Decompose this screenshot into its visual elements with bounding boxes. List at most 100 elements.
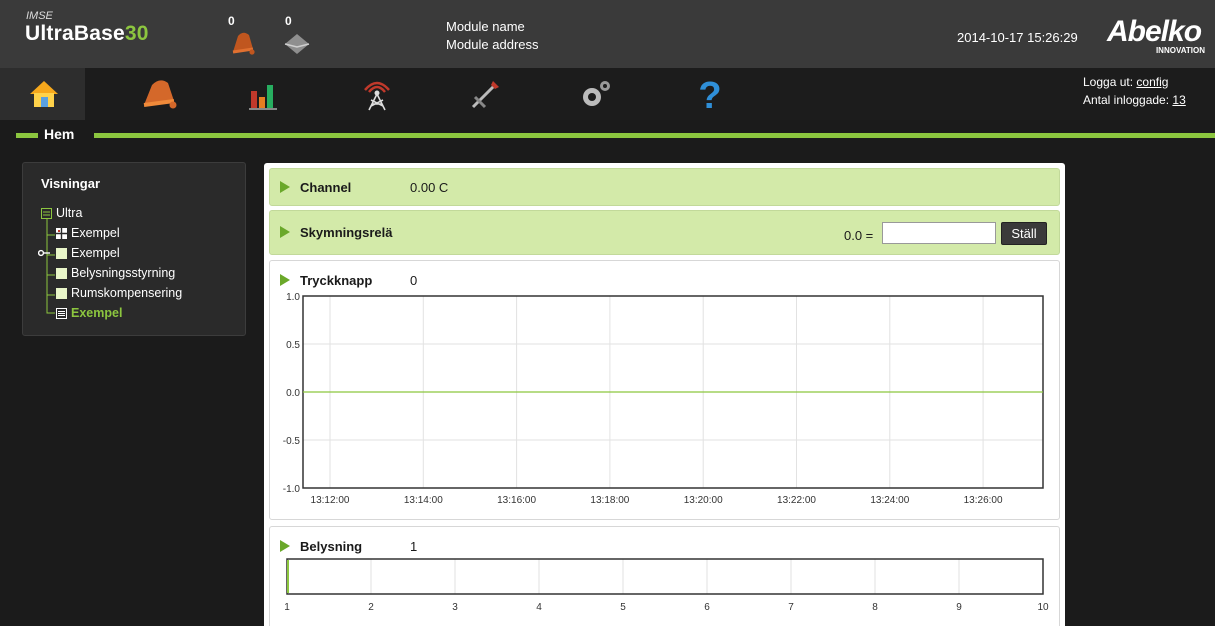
bar-chart-icon <box>249 85 277 110</box>
x-tick-label: 13:14:00 <box>404 495 443 506</box>
y-tick-label: 0.0 <box>286 388 300 399</box>
logged-in-count-link[interactable]: 13 <box>1172 93 1185 107</box>
section-header: Hem <box>0 124 1215 146</box>
gears-icon <box>583 81 610 106</box>
alarm-bell-icon[interactable] <box>229 30 257 58</box>
brand-logo: UltraBase30 <box>25 22 149 46</box>
envelope-icon[interactable] <box>283 30 311 58</box>
logout-label: Logga ut: <box>1083 75 1134 89</box>
tree-item-ultra[interactable]: Ultra <box>41 203 182 223</box>
nav-communication[interactable] <box>332 68 422 120</box>
nav-settings[interactable] <box>550 68 640 120</box>
logout-link[interactable]: config <box>1136 75 1168 89</box>
tryckknapp-label: Tryckknapp <box>300 273 373 288</box>
x-tick-label: 6 <box>704 602 710 613</box>
tree-item-label: Exempel <box>71 246 120 260</box>
x-tick-label: 13:12:00 <box>311 495 350 506</box>
x-tick-label: 1 <box>284 602 290 613</box>
x-tick-label: 2 <box>368 602 374 613</box>
tree-item-label: Exempel <box>71 306 123 320</box>
expand-arrow-icon[interactable] <box>280 181 290 193</box>
relay-label: Skymningsrelä <box>300 225 393 240</box>
views-sidebar: Visningar Ultra Exempel Exempel Belysnin… <box>22 162 246 336</box>
x-tick-label: 5 <box>620 602 626 613</box>
tree-item-exempel-2[interactable]: Exempel <box>38 243 182 263</box>
tree-item-label: Belysningsstyrning <box>71 266 176 280</box>
nav-charts[interactable] <box>218 68 308 120</box>
y-tick-label: 1.0 <box>286 292 300 303</box>
belysning-panel: Belysning 1 1 2 3 4 5 6 7 8 9 10 <box>269 526 1060 626</box>
logo-text: Abelko <box>1107 15 1202 48</box>
belysning-label: Belysning <box>300 539 363 554</box>
relay-value-input[interactable] <box>882 222 996 244</box>
y-tick-label: -0.5 <box>283 436 301 447</box>
x-tick-label: 3 <box>452 602 458 613</box>
main-panel: Channel 0.00 C Skymningsrelä 0.0 = Ställ… <box>264 163 1065 626</box>
tree-item-label: Rumskompensering <box>71 286 183 300</box>
channel-label: Channel <box>300 180 352 195</box>
section-line-left <box>16 133 38 138</box>
list-view-icon <box>56 307 67 319</box>
home-icon <box>30 81 58 107</box>
expand-arrow-icon[interactable] <box>280 274 290 286</box>
message-count: 0 <box>285 14 292 28</box>
set-button[interactable]: Ställ <box>1001 222 1047 245</box>
module-address: Module address <box>446 37 539 52</box>
brand-number: 30 <box>124 22 149 45</box>
x-tick-label: 8 <box>872 602 878 613</box>
tree-item-label: Ultra <box>56 206 83 220</box>
brand-name: UltraBase <box>25 22 125 45</box>
belysning-chart: 1 2 3 4 5 6 7 8 9 10 <box>284 558 1049 613</box>
x-tick-label: 7 <box>788 602 794 613</box>
antenna-icon <box>364 81 390 111</box>
folder-open-icon <box>41 207 52 219</box>
x-tick-label: 4 <box>536 602 542 613</box>
tree-item-rumskompensering[interactable]: Rumskompensering <box>41 283 182 303</box>
y-tick-label: 0.5 <box>286 340 300 351</box>
current-datetime: 2014-10-17 15:26:29 <box>957 30 1078 45</box>
grid-view-icon <box>56 227 67 239</box>
tryckknapp-value: 0 <box>410 273 418 288</box>
login-info: Logga ut: config Antal inloggade: 13 <box>1083 73 1186 109</box>
expand-arrow-icon[interactable] <box>280 540 290 552</box>
x-tick-label: 9 <box>956 602 962 613</box>
sidebar-heading: Visningar <box>41 176 101 191</box>
page-view-icon <box>56 287 67 299</box>
tree-item-exempel-active[interactable]: Exempel <box>41 303 182 323</box>
logged-in-label: Antal inloggade: <box>1083 93 1170 107</box>
top-header: IMSE UltraBase30 0 0 Module name Module … <box>0 0 1215 68</box>
x-tick-label: 13:22:00 <box>777 495 816 506</box>
views-tree: Ultra Exempel Exempel Belysningsstyrning… <box>38 203 182 323</box>
alarm-count: 0 <box>228 14 235 28</box>
nav-alarms[interactable] <box>115 68 205 120</box>
x-tick-label: 13:20:00 <box>684 495 723 506</box>
nav-home[interactable] <box>0 68 85 120</box>
bell-icon <box>143 80 177 109</box>
nav-tools[interactable] <box>440 68 530 120</box>
tryckknapp-chart: 1.0 0.5 0.0 -0.5 -1.0 13:12:00 13:14:00 13:16:0… <box>283 292 1044 506</box>
module-name: Module name <box>446 19 525 34</box>
x-tick-label: 13:26:00 <box>964 495 1003 506</box>
tree-item-label: Exempel <box>71 226 120 240</box>
brand-prefix: IMSE <box>26 10 53 22</box>
nav-help[interactable]: ? <box>665 68 755 120</box>
tree-pointer-icon <box>38 249 50 257</box>
help-icon: ? <box>698 75 721 114</box>
page-view-icon <box>56 247 67 259</box>
page-view-icon <box>56 267 67 279</box>
y-tick-label: -1.0 <box>283 484 301 495</box>
section-title: Hem <box>44 126 75 142</box>
tree-item-belysningsstyrning[interactable]: Belysningsstyrning <box>41 263 182 283</box>
tree-item-exempel-1[interactable]: Exempel <box>41 223 182 243</box>
expand-arrow-icon[interactable] <box>280 226 290 238</box>
main-nav: ? Logga ut: config Antal inloggade: 13 <box>0 68 1215 120</box>
relay-value-prefix: 0.0 = <box>844 228 874 243</box>
channel-row: Channel 0.00 C <box>269 168 1060 206</box>
module-info: Module name Module address <box>446 18 539 54</box>
tools-icon <box>471 81 499 109</box>
tryckknapp-panel: Tryckknapp 0 1.0 0.5 0.0 -0.5 -1.0 13:12:00 13… <box>269 260 1060 520</box>
x-tick-label: 10 <box>1037 602 1049 613</box>
section-line-right <box>94 133 1215 138</box>
channel-value: 0.00 C <box>410 180 449 195</box>
plot-frame <box>286 558 1044 595</box>
